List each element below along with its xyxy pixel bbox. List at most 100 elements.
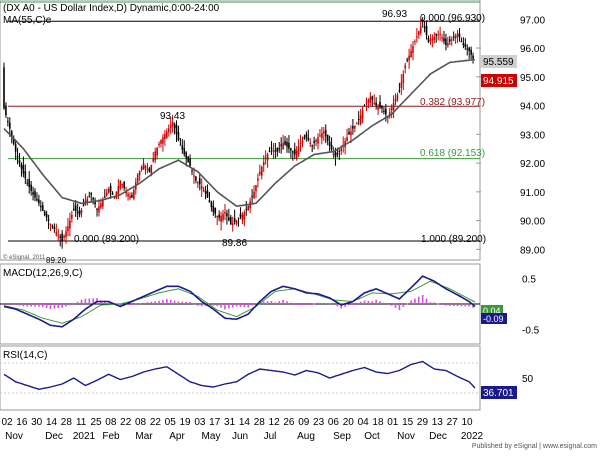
candle-body bbox=[65, 231, 67, 238]
candle-body bbox=[123, 181, 125, 189]
candle-body bbox=[20, 163, 23, 169]
candle-body bbox=[121, 184, 124, 186]
candle-body bbox=[452, 36, 455, 38]
candle-body bbox=[156, 147, 158, 156]
price-tick-label: 95.00 bbox=[520, 73, 545, 84]
date-tick-label: 23 bbox=[313, 417, 325, 428]
macd-histogram-bar bbox=[22, 304, 25, 307]
candle-body bbox=[179, 144, 182, 146]
candle-body bbox=[253, 191, 255, 198]
date-tick-label: 13 bbox=[432, 417, 444, 428]
macd-histogram-bar bbox=[173, 300, 176, 304]
candle-body bbox=[228, 217, 230, 221]
candle-body bbox=[379, 101, 381, 108]
candle-body bbox=[354, 125, 356, 129]
candle-body bbox=[323, 131, 325, 134]
candle-body bbox=[173, 123, 176, 128]
candle-body bbox=[454, 35, 457, 39]
candle-body bbox=[348, 131, 350, 135]
candle-body bbox=[16, 156, 19, 158]
macd-histogram-bar bbox=[88, 298, 91, 304]
candle-body bbox=[113, 197, 116, 199]
month-tick-label: Feb bbox=[102, 431, 120, 442]
candle-body bbox=[425, 25, 428, 36]
candle-body bbox=[292, 151, 294, 153]
candle-body bbox=[43, 211, 46, 215]
candle-body bbox=[462, 42, 465, 46]
candle-body bbox=[280, 144, 282, 146]
candle-body bbox=[282, 142, 284, 150]
fib-618-label: 0.618 (92.153) bbox=[420, 148, 485, 159]
date-tick-label: 01 bbox=[387, 417, 399, 428]
candle-body bbox=[233, 218, 236, 222]
macd-histogram-bar bbox=[278, 301, 281, 304]
candle-body bbox=[259, 171, 261, 175]
candle-body bbox=[55, 232, 58, 235]
candle-body bbox=[222, 213, 224, 221]
macd-histogram-bar bbox=[328, 303, 331, 305]
macd-histogram-bar bbox=[216, 304, 219, 307]
macd-histogram-bar bbox=[41, 304, 44, 308]
macd-histogram-bar bbox=[386, 304, 389, 305]
macd-histogram-bar bbox=[417, 296, 420, 304]
candle-body bbox=[350, 131, 352, 136]
macd-histogram-bar bbox=[251, 304, 253, 306]
candle-body bbox=[105, 192, 108, 196]
candle-body bbox=[315, 140, 317, 142]
candle-body bbox=[445, 38, 447, 46]
macd-histogram-bar bbox=[189, 301, 191, 304]
candle-body bbox=[142, 163, 145, 170]
candle-body bbox=[359, 115, 362, 124]
candle-body bbox=[367, 99, 370, 103]
macd-histogram-bar bbox=[321, 302, 323, 304]
month-tick-label: 2022 bbox=[461, 431, 484, 442]
candle-body bbox=[336, 153, 339, 155]
chart-root: 97.00 96.00 95.00 94.00 93.00 92.00 91.00 90.00… bbox=[0, 0, 600, 451]
date-tick-label: 22 bbox=[150, 417, 162, 428]
candle-body bbox=[383, 110, 385, 112]
macd-histogram-bar bbox=[34, 304, 36, 307]
month-tick-label: Nov bbox=[397, 431, 415, 442]
macd-histogram-bar bbox=[464, 304, 467, 307]
candle-body bbox=[352, 126, 354, 129]
candle-body bbox=[69, 220, 71, 229]
macd-histogram-bar bbox=[131, 304, 133, 305]
candle-body bbox=[355, 122, 358, 124]
candle-body bbox=[109, 185, 112, 192]
candle-body bbox=[303, 136, 306, 140]
candle-body bbox=[189, 158, 191, 166]
copyright-label: © eSignal, 2011 bbox=[3, 254, 46, 261]
candle-body bbox=[330, 144, 333, 150]
candle-body bbox=[224, 211, 226, 214]
fib-0-label: 0.000 (96.930) bbox=[420, 13, 485, 24]
macd-histogram-bar bbox=[441, 304, 443, 305]
date-tick-label: 05 bbox=[165, 417, 177, 428]
candle-body bbox=[443, 38, 445, 42]
candle-body bbox=[102, 200, 104, 207]
candle-body bbox=[373, 102, 376, 104]
candle-body bbox=[466, 48, 469, 50]
macd-histogram-bar bbox=[30, 304, 32, 307]
candle-body bbox=[319, 135, 321, 137]
price-tick-label: 97.00 bbox=[520, 15, 545, 26]
candle-body bbox=[57, 234, 60, 237]
candle-body bbox=[88, 196, 91, 198]
candle-body bbox=[169, 125, 172, 128]
candle-body bbox=[297, 146, 300, 155]
date-tick-label: 04 bbox=[358, 417, 370, 428]
candle-body bbox=[464, 44, 467, 48]
candle-body bbox=[437, 34, 439, 36]
candle-body bbox=[324, 130, 327, 137]
candle-body bbox=[313, 141, 315, 143]
macd-histogram-bar bbox=[200, 304, 203, 307]
macd-histogram-bar bbox=[247, 304, 250, 308]
macd-tick-label: -0.5 bbox=[522, 325, 540, 336]
macd-histogram-bar bbox=[317, 302, 319, 304]
candle-body bbox=[299, 142, 302, 144]
candle-body bbox=[237, 217, 240, 219]
price-tick-label: 93.00 bbox=[520, 130, 545, 141]
macd-histogram-bar bbox=[154, 301, 156, 304]
candle-body bbox=[7, 120, 9, 122]
candle-body bbox=[175, 124, 178, 135]
candle-body bbox=[146, 168, 149, 170]
